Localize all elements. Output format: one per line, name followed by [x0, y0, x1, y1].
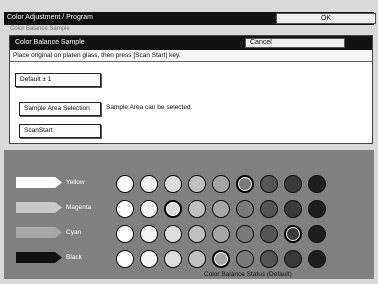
window-title: Color Adjustment / Program: [7, 14, 93, 21]
balance-level-button[interactable]: [284, 250, 302, 268]
balance-level-button[interactable]: [116, 250, 134, 268]
balance-row-black: Black: [4, 247, 374, 271]
balance-level-button[interactable]: [164, 200, 182, 218]
color-swatch-yellow: [16, 177, 62, 188]
color-balance-dialog: Color Balance Sample Cancel Place origin…: [9, 35, 373, 144]
balance-level-button[interactable]: [164, 225, 182, 243]
balance-level-button[interactable]: [140, 250, 158, 268]
balance-level-button[interactable]: [260, 250, 278, 268]
balance-level-button[interactable]: [212, 200, 230, 218]
color-label-yellow: Yellow: [66, 179, 85, 186]
balance-level-button[interactable]: [164, 250, 182, 268]
balance-level-button[interactable]: [212, 225, 230, 243]
balance-level-button[interactable]: [236, 250, 254, 268]
color-label-magenta: Magenta: [66, 204, 92, 211]
scan-start-button[interactable]: ScanStart: [19, 124, 101, 138]
balance-level-button[interactable]: [308, 225, 326, 243]
dialog-header: Color Balance Sample Cancel: [10, 36, 372, 50]
balance-level-button[interactable]: [116, 200, 134, 218]
instruction-text: Place original on platen glass, then pre…: [10, 50, 372, 62]
balance-level-button[interactable]: [188, 175, 206, 193]
balance-level-button[interactable]: [116, 225, 134, 243]
balance-level-button[interactable]: [116, 175, 134, 193]
balance-level-button[interactable]: [212, 250, 230, 268]
balance-level-button[interactable]: [260, 200, 278, 218]
balance-level-button[interactable]: [308, 250, 326, 268]
balance-level-button[interactable]: [236, 225, 254, 243]
color-swatch-magenta: [16, 202, 62, 213]
balance-row-cyan: Cyan: [4, 222, 374, 246]
balance-level-button[interactable]: [284, 200, 302, 218]
balance-level-button[interactable]: [284, 175, 302, 193]
balance-level-button[interactable]: [260, 225, 278, 243]
cancel-button[interactable]: Cancel: [245, 38, 345, 48]
window-title-bar: Color Adjustment / Program OK: [4, 12, 376, 25]
balance-level-button[interactable]: [212, 175, 230, 193]
balance-status-label: Color Balance Status (Default): [204, 271, 292, 278]
balance-level-button[interactable]: [140, 225, 158, 243]
color-label-cyan: Cyan: [66, 229, 82, 236]
color-swatch-cyan: [16, 227, 62, 238]
balance-row-magenta: Magenta: [4, 197, 374, 221]
balance-level-button[interactable]: [140, 175, 158, 193]
balance-level-button[interactable]: [308, 175, 326, 193]
balance-level-button[interactable]: [188, 250, 206, 268]
balance-level-button[interactable]: [164, 175, 182, 193]
background-label: Color Balance Sample: [10, 26, 70, 32]
default-button[interactable]: Default ± 1: [15, 73, 101, 87]
sample-area-note: Sample Area can be selected.: [106, 104, 193, 111]
balance-level-button[interactable]: [284, 225, 302, 243]
color-swatch-black: [16, 252, 62, 263]
balance-row-yellow: Yellow: [4, 172, 374, 196]
balance-level-button[interactable]: [188, 225, 206, 243]
color-balance-panel: Yellow Magenta Cyan Black Color Balance Sta…: [4, 150, 374, 279]
balance-level-button[interactable]: [308, 200, 326, 218]
ok-button[interactable]: OK: [276, 13, 376, 24]
color-label-black: Black: [66, 254, 82, 261]
balance-level-button[interactable]: [236, 175, 254, 193]
balance-level-button[interactable]: [188, 200, 206, 218]
dialog-title: Color Balance Sample: [15, 39, 85, 46]
balance-level-button[interactable]: [140, 200, 158, 218]
balance-level-button[interactable]: [260, 175, 278, 193]
sample-area-selection-button[interactable]: Sample Area Selection: [19, 102, 101, 116]
balance-level-button[interactable]: [236, 200, 254, 218]
